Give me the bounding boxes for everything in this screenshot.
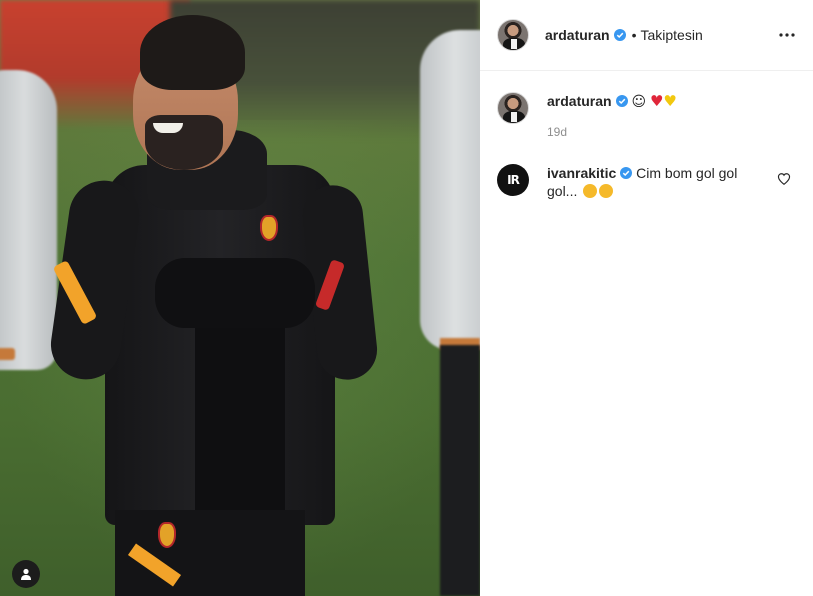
- verified-badge-icon: [615, 95, 628, 107]
- more-options-button[interactable]: [775, 26, 799, 44]
- commenter-avatar[interactable]: IR: [497, 164, 529, 196]
- raising-hands-icon: [583, 184, 598, 198]
- header-separator: •: [631, 27, 637, 43]
- caption-avatar[interactable]: [497, 92, 529, 124]
- red-heart-icon: ♥: [649, 92, 664, 110]
- post-caption: ardaturan ☺ ♥♥ 19d: [497, 92, 797, 141]
- background-person-right-legs: [440, 345, 480, 596]
- background-person-left: [0, 70, 57, 370]
- verified-badge-icon: [613, 29, 626, 41]
- author-username[interactable]: ardaturan: [545, 27, 610, 43]
- tagged-users-button[interactable]: [12, 560, 40, 588]
- person-icon: [21, 568, 31, 580]
- heart-outline-icon: [777, 173, 791, 185]
- face-blowing-kiss-icon: [599, 184, 614, 198]
- post-side-panel: ardaturan • Takiptesin ardaturan ☺ ♥♥ 19…: [480, 0, 813, 596]
- caption-text: ☺: [631, 94, 647, 110]
- player-figure: KT: [46, 10, 381, 596]
- post-timestamp[interactable]: 19d: [547, 123, 677, 141]
- more-options-icon: [779, 33, 795, 37]
- caption-username[interactable]: ardaturan: [547, 93, 612, 109]
- follow-status-button[interactable]: Takiptesin: [640, 27, 702, 43]
- club-crest: [260, 215, 278, 241]
- post-header: ardaturan • Takiptesin: [480, 0, 813, 71]
- comment-item: IR ivanrakitic Cim bom gol gol gol...: [497, 164, 797, 200]
- background-person-right: [420, 30, 480, 350]
- comment-like-button[interactable]: [777, 172, 791, 186]
- commenter-avatar-text: IR: [507, 173, 520, 187]
- club-crest-shorts: [158, 522, 176, 548]
- commenter-username[interactable]: ivanrakitic: [547, 165, 616, 181]
- yellow-heart-icon: ♥: [663, 92, 677, 110]
- post-photo[interactable]: KT: [0, 0, 480, 596]
- verified-badge-icon: [620, 167, 633, 179]
- author-avatar[interactable]: [497, 19, 529, 51]
